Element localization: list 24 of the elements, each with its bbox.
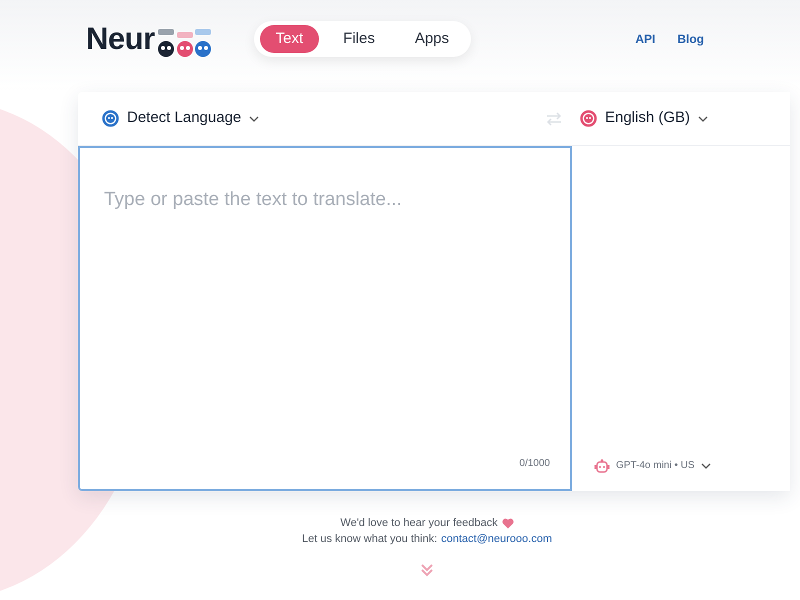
target-language-dropdown[interactable]: English (GB) [580,107,708,130]
robot-icon [594,458,610,472]
source-text-field[interactable]: Type or paste the text to translate... 0/1000 [78,146,572,491]
model-dropdown[interactable]: GPT-4o mini • US [594,458,711,473]
language-face-icon [580,110,597,127]
language-face-icon [102,110,119,127]
feedback-text: We'd love to hear your feedback [340,516,498,531]
caret-icon [249,116,260,122]
mode-tab[interactable]: Apps [398,24,466,54]
caret-icon [698,116,708,122]
source-language-dropdown[interactable]: Detect Language [102,107,260,130]
logo-drawing [156,28,212,58]
swap-icon [546,112,562,126]
email-link[interactable]: contact@neurooo.com [441,531,552,547]
mode-tab[interactable]: Text [260,24,320,54]
heart-icon [502,518,514,528]
feedback-prompt: Let us know what you think: [302,532,438,547]
logo-text: Neur [86,20,155,58]
nav-link[interactable]: Blog [677,30,704,48]
character-counter: 0/1000 [519,457,550,471]
scroll-down-icon[interactable] [420,563,434,577]
mode-tab[interactable]: Files [327,24,391,54]
nav-link[interactable]: API [635,30,656,48]
caret-icon [700,462,711,468]
